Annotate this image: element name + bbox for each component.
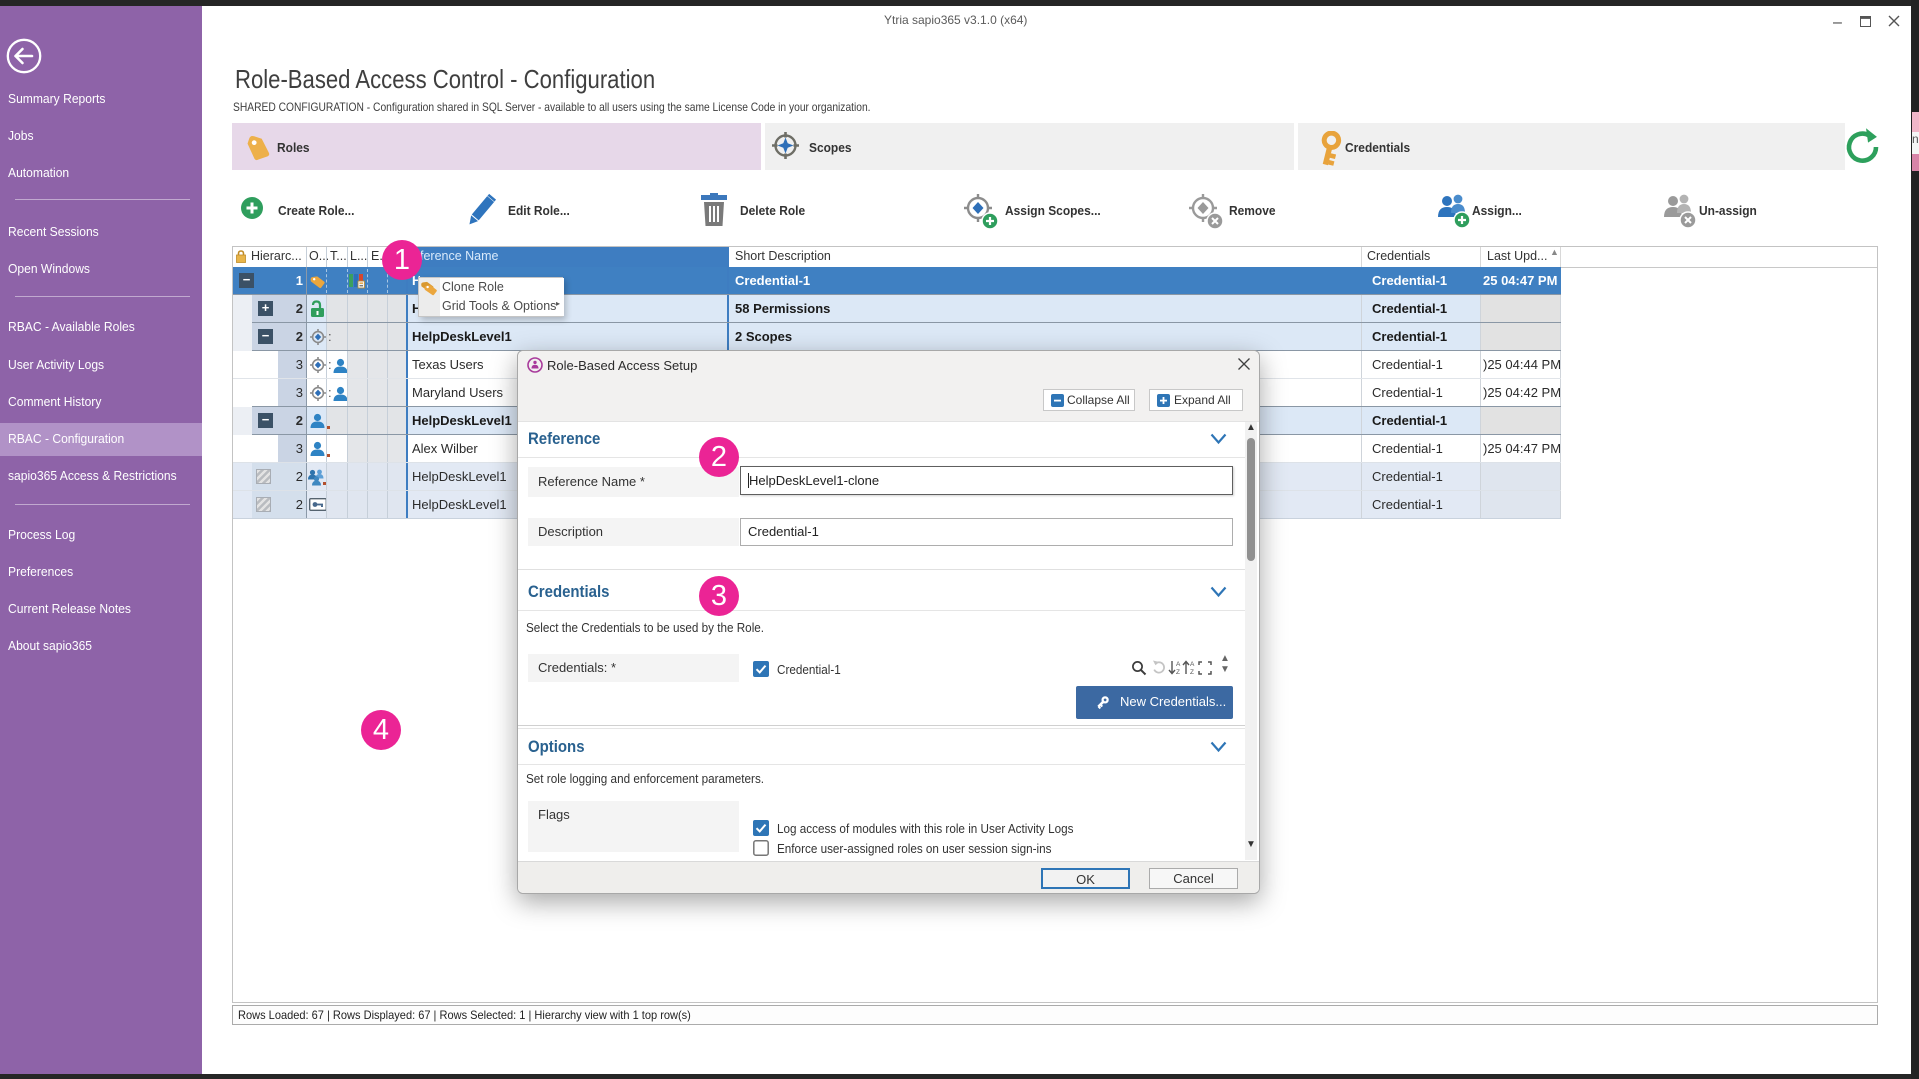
svg-text:A: A xyxy=(1176,661,1181,668)
svg-text:Z: Z xyxy=(1190,669,1194,675)
svg-text:A: A xyxy=(1190,661,1195,668)
svg-text:Z: Z xyxy=(1176,669,1180,675)
